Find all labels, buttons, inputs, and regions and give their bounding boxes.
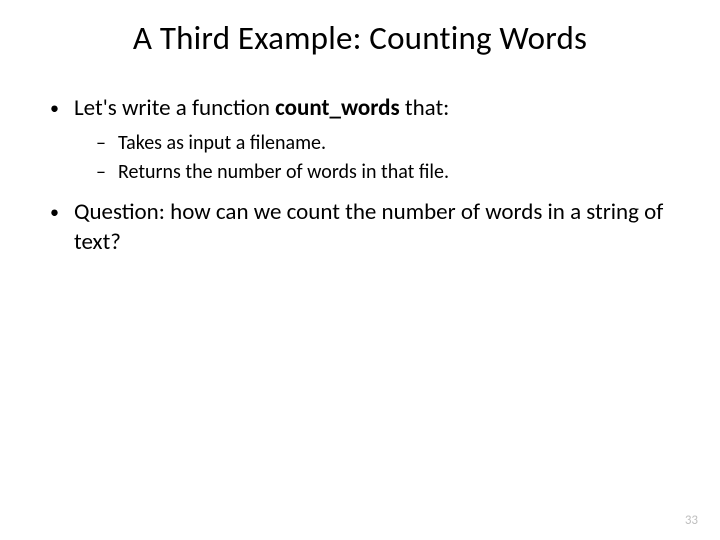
bullet-marker: – xyxy=(96,130,118,157)
sub-bullet-list: – Takes as input a filename. – Returns t… xyxy=(96,130,680,186)
slide-container: A Third Example: Counting Words • Let's … xyxy=(0,0,720,540)
bullet-item: • Let's write a function count_words tha… xyxy=(46,94,680,124)
text-segment: that: xyxy=(400,94,450,122)
sub-bullet-text: Returns the number of words in that file… xyxy=(118,159,680,186)
bullet-item: • Question: how can we count the number … xyxy=(46,198,680,258)
bullet-marker: • xyxy=(46,198,74,258)
bullet-marker: – xyxy=(96,159,118,186)
bullet-marker: • xyxy=(46,94,74,124)
bullet-text: Let's write a function count_words that: xyxy=(74,94,680,124)
text-bold: count_words xyxy=(275,94,400,122)
slide-content: • Let's write a function count_words tha… xyxy=(40,94,680,258)
text-segment: Let's write a function xyxy=(74,94,275,122)
sub-bullet-item: – Takes as input a filename. xyxy=(96,130,680,157)
sub-bullet-text: Takes as input a filename. xyxy=(118,130,680,157)
sub-bullet-item: – Returns the number of words in that fi… xyxy=(96,159,680,186)
bullet-text: Question: how can we count the number of… xyxy=(74,198,680,258)
page-number: 33 xyxy=(685,513,698,528)
slide-title: A Third Example: Counting Words xyxy=(40,18,680,58)
